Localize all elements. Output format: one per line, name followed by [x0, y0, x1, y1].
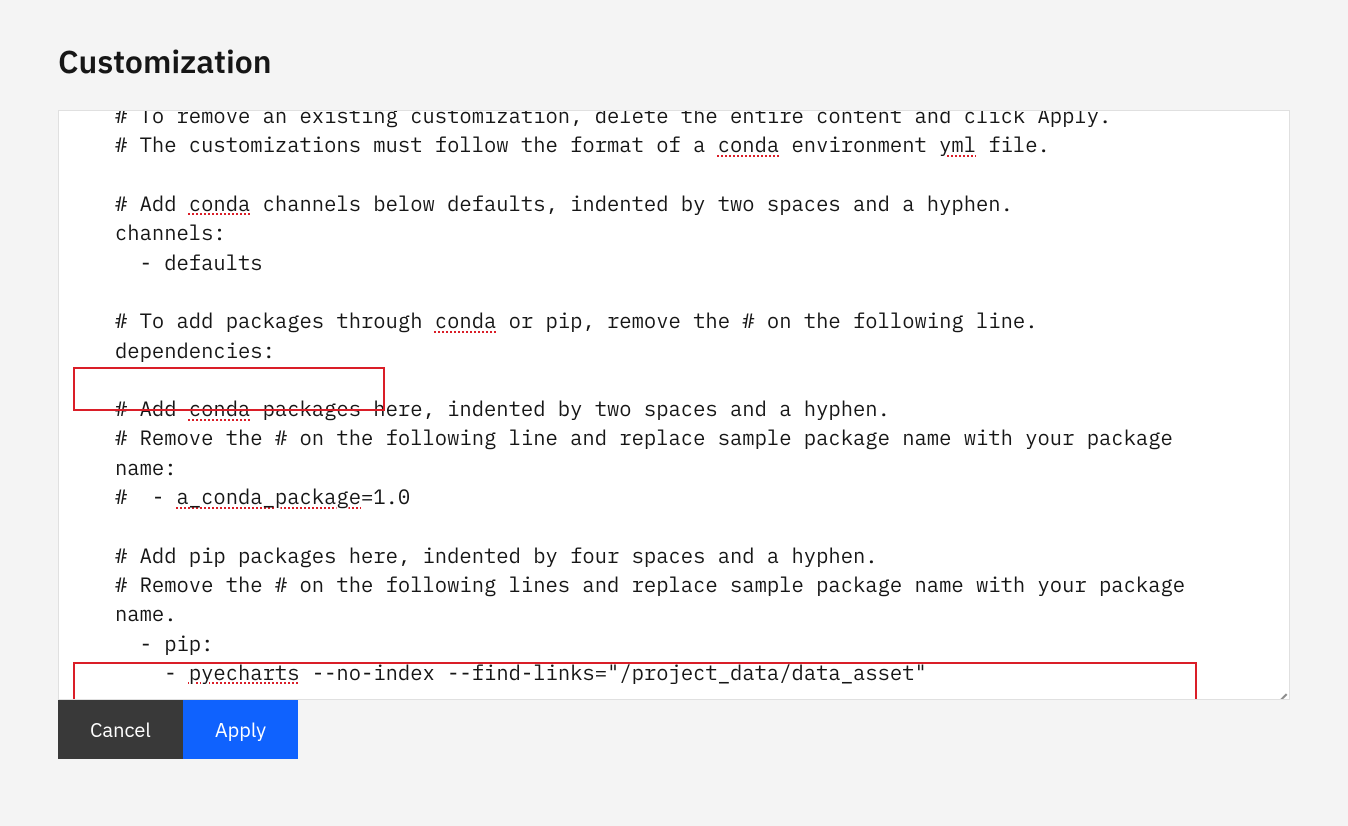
editor-line-12: # Remove the # on the following lines an… — [115, 571, 1197, 627]
editor-line-4: channels: — [115, 219, 226, 246]
editor-line-14a: - — [115, 659, 189, 686]
apply-button[interactable]: Apply — [183, 700, 298, 759]
editor-line-7: dependencies: — [115, 337, 275, 364]
button-row: Cancel Apply — [58, 700, 1290, 759]
editor-line-9: # Remove the # on the following line and… — [115, 424, 1185, 480]
editor-line-11: # Add pip packages here, indented by fou… — [115, 542, 878, 569]
editor-line-2b: environment — [779, 131, 939, 158]
spell-conda-3: conda — [435, 307, 497, 334]
customization-editor[interactable]: # To remove an existing customization, d… — [58, 110, 1290, 700]
spell-conda-2: conda — [189, 190, 251, 217]
editor-line-8a: # Add — [115, 395, 189, 422]
cancel-button[interactable]: Cancel — [58, 700, 183, 759]
editor-line-10a: # - — [115, 483, 177, 510]
resize-handle-icon[interactable] — [1273, 683, 1287, 697]
editor-line-6a: # To add packages through — [115, 307, 435, 334]
editor-line-8b: packages here, indented by two spaces an… — [250, 395, 890, 422]
spell-pyecharts: pyecharts — [189, 659, 300, 686]
editor-text[interactable]: # To remove an existing customization, d… — [59, 110, 1289, 699]
editor-line-10b: =1.0 — [361, 483, 410, 510]
editor-line-3b: channels below defaults, indented by two… — [250, 190, 1013, 217]
editor-line-13: - pip: — [115, 630, 213, 657]
spell-conda-pkg: a_conda_package — [177, 483, 362, 510]
editor-line-3a: # Add — [115, 190, 189, 217]
page-title: Customization — [58, 40, 1290, 82]
editor-line-2a: # The customizations must follow the for… — [115, 131, 718, 158]
editor-line-14b: --no-index --find-links="/project_data/d… — [300, 659, 927, 686]
spell-conda-1: conda — [718, 131, 780, 158]
editor-line-5: - defaults — [115, 249, 263, 276]
editor-line-2c: file. — [976, 131, 1050, 158]
editor-line-6b: or pip, remove the # on the following li… — [496, 307, 1037, 334]
editor-line-1: # To remove an existing customization, d… — [115, 110, 1111, 129]
spell-conda-4: conda — [189, 395, 251, 422]
spell-yml: yml — [939, 131, 976, 158]
